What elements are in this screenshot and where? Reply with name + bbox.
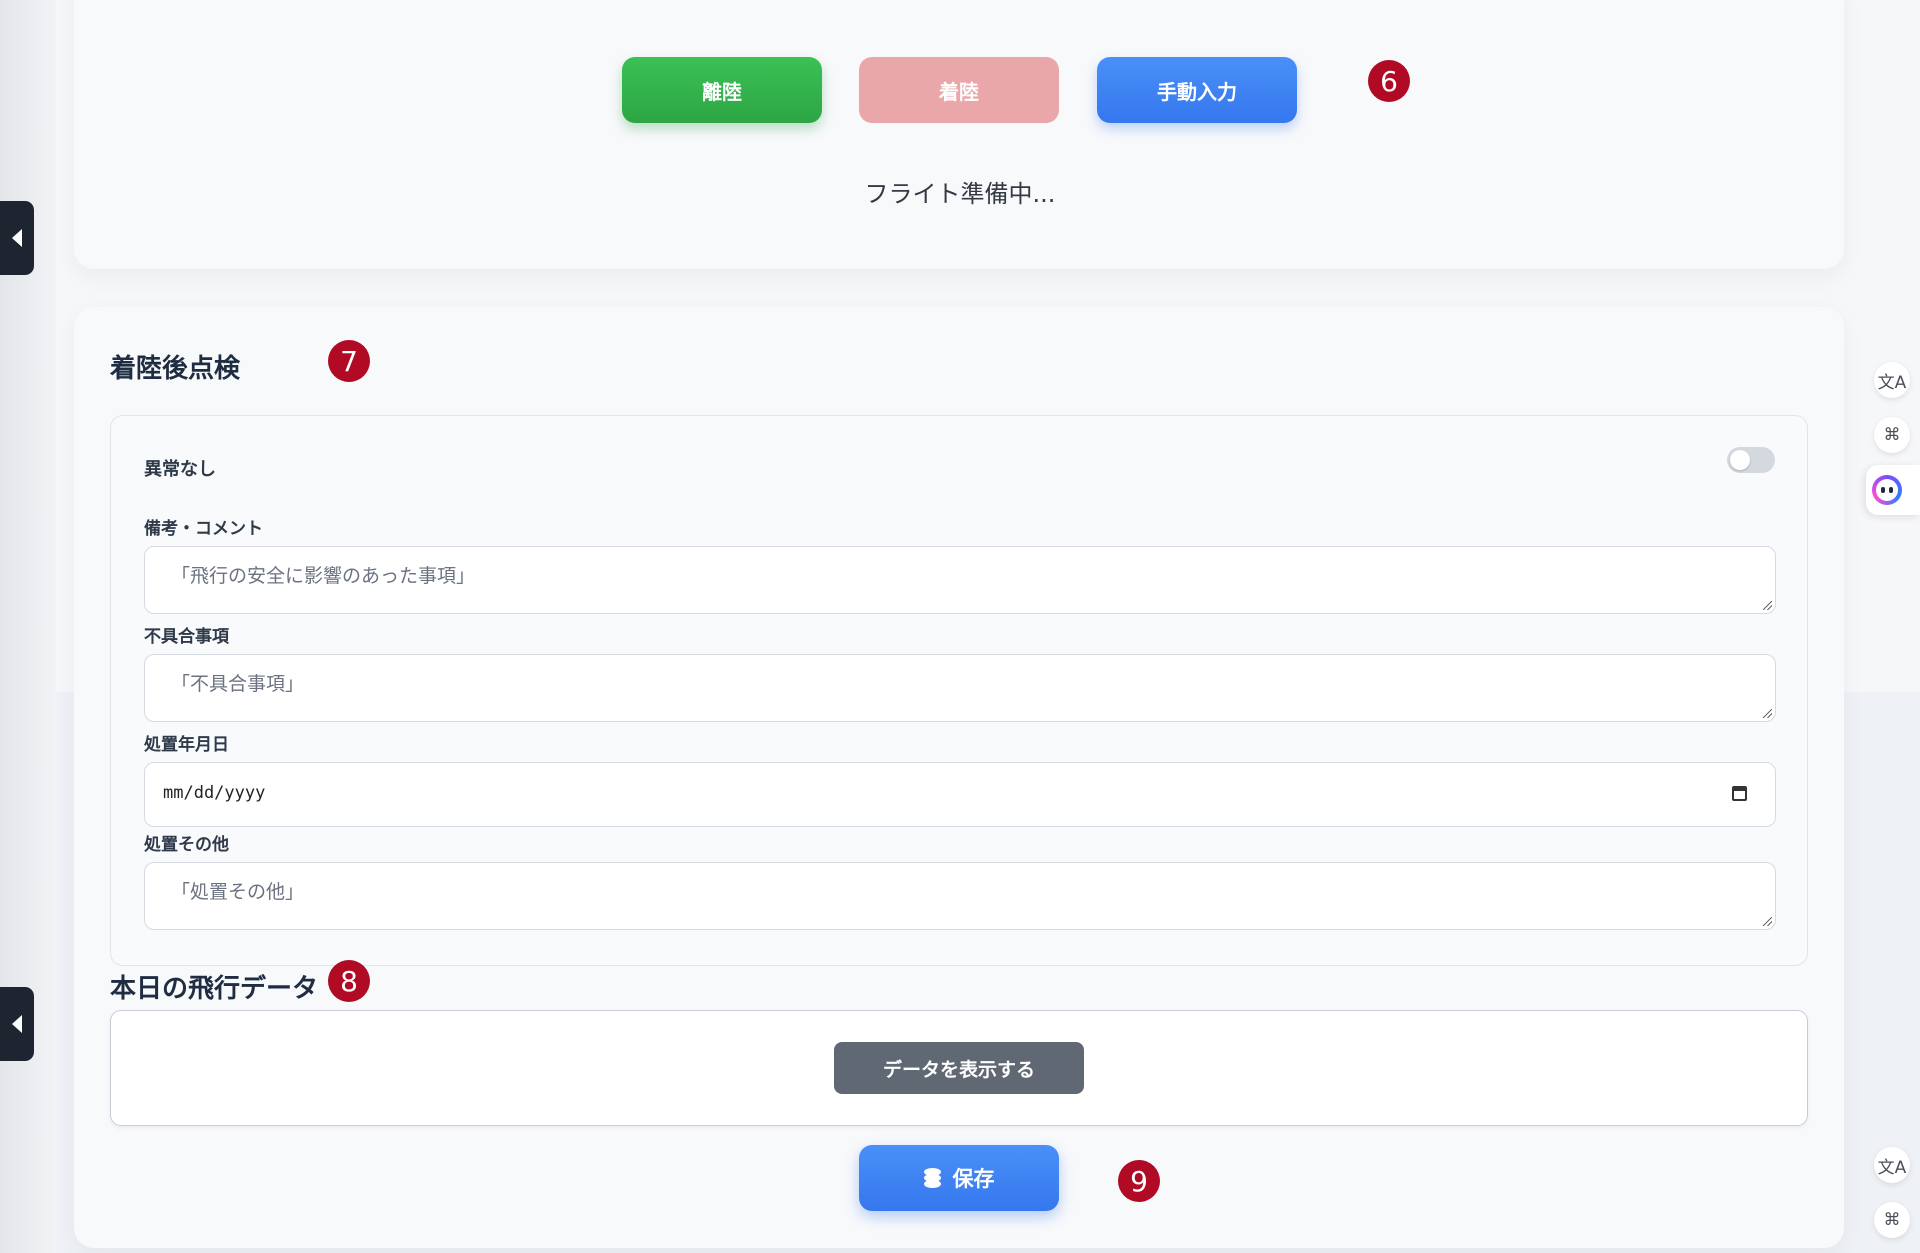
database-icon xyxy=(923,1168,941,1188)
resize-grip-icon[interactable] xyxy=(1763,601,1772,610)
action-other-placeholder: 「処置その他」 xyxy=(171,881,305,903)
calendar-icon[interactable] xyxy=(1732,786,1747,801)
toggle-knob xyxy=(1730,450,1750,470)
action-date-input[interactable]: mm/dd/yyyy xyxy=(144,762,1776,827)
translate-icon-lower[interactable]: 文A xyxy=(1874,1147,1910,1183)
assistant-icon[interactable] xyxy=(1872,475,1902,505)
post-landing-title: 着陸後点検 xyxy=(110,354,241,384)
translate-glyph: 文A xyxy=(1877,1157,1907,1178)
translate-icon[interactable]: 文A xyxy=(1874,362,1910,398)
action-other-textarea[interactable]: 「処置その他」 xyxy=(144,862,1776,930)
remarks-placeholder: 「飛行の安全に影響のあった事項」 xyxy=(171,565,476,587)
defects-textarea[interactable]: 「不具合事項」 xyxy=(144,654,1776,722)
resize-grip-icon[interactable] xyxy=(1763,917,1772,926)
action-other-label: 処置その他 xyxy=(144,835,229,855)
defects-label: 不具合事項 xyxy=(144,627,229,647)
apps-icon[interactable]: ⌘ xyxy=(1874,417,1910,453)
translate-glyph: 文A xyxy=(1877,372,1907,393)
flight-control-card xyxy=(74,0,1844,269)
sidebar-collapse-tab[interactable] xyxy=(0,201,34,275)
takeoff-button[interactable]: 離陸 xyxy=(622,57,822,123)
save-button[interactable]: 保存 xyxy=(859,1145,1059,1211)
remarks-textarea[interactable]: 「飛行の安全に影響のあった事項」 xyxy=(144,546,1776,614)
defects-placeholder: 「不具合事項」 xyxy=(171,673,305,695)
show-data-button[interactable]: データを表示する xyxy=(834,1042,1084,1094)
sidebar-collapse-tab-lower[interactable] xyxy=(0,987,34,1061)
apps-glyph: ⌘ xyxy=(1883,425,1901,445)
flight-status-text: フライト準備中... xyxy=(864,180,1056,208)
landing-button[interactable]: 着陸 xyxy=(859,57,1059,123)
assistant-face xyxy=(1876,479,1898,501)
caret-left-icon xyxy=(12,1015,22,1033)
apps-icon-lower[interactable]: ⌘ xyxy=(1874,1202,1910,1238)
apps-glyph: ⌘ xyxy=(1883,1210,1901,1230)
today-flight-title: 本日の飛行データ xyxy=(110,974,319,1004)
left-gutter xyxy=(0,0,56,1253)
action-date-placeholder: mm/dd/yyyy xyxy=(163,783,266,803)
save-button-label: 保存 xyxy=(952,1167,995,1191)
annotation-marker-7: 7 xyxy=(328,340,370,382)
annotation-marker-8: 8 xyxy=(328,960,370,1002)
no-issue-label: 異常なし xyxy=(144,459,216,480)
action-date-label: 処置年月日 xyxy=(144,735,229,755)
manual-input-button[interactable]: 手動入力 xyxy=(1097,57,1297,123)
caret-left-icon xyxy=(12,229,22,247)
annotation-marker-6: 6 xyxy=(1368,60,1410,102)
no-issue-toggle[interactable] xyxy=(1727,447,1775,473)
remarks-label: 備考・コメント xyxy=(144,519,263,539)
annotation-marker-9: 9 xyxy=(1118,1160,1160,1202)
resize-grip-icon[interactable] xyxy=(1763,709,1772,718)
